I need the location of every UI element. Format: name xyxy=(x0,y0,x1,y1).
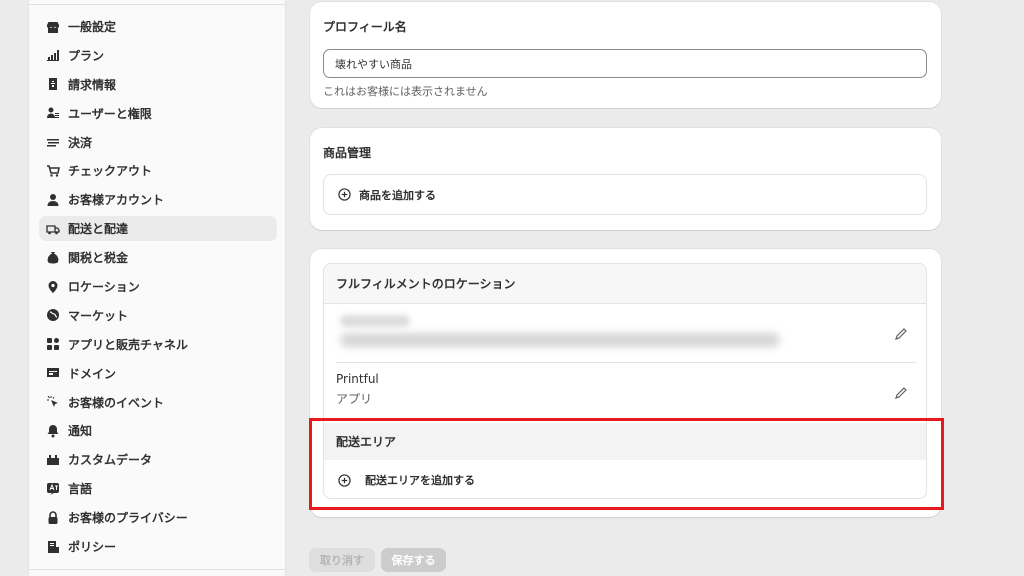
truck-icon xyxy=(45,221,61,237)
sidebar-item[interactable]: 請求情報 xyxy=(39,72,277,97)
users-icon xyxy=(45,105,61,121)
profile-title: プロフィール名 xyxy=(323,20,407,34)
sidebar-item[interactable]: お客様のイベント xyxy=(39,390,277,415)
policy-icon xyxy=(45,539,61,555)
products-title: 商品管理 xyxy=(323,146,372,160)
sidebar-item-label: 決済 xyxy=(68,135,93,150)
sidebar-item[interactable]: ドメイン xyxy=(39,361,277,386)
sidebar-item-label: マーケット xyxy=(68,308,129,323)
fulfillment-card: フルフィルメントのロケーション Printful アプリ 配送エリア 配送エリア… xyxy=(310,249,941,517)
location-row: Printful アプリ xyxy=(336,372,916,422)
sidebar-item[interactable]: ポリシー xyxy=(39,534,277,559)
sidebar-item-label: ポリシー xyxy=(68,540,117,555)
sidebar-item[interactable]: 一般設定 xyxy=(39,14,277,39)
cursor-click-icon xyxy=(45,394,61,410)
products-card: 商品管理 商品を追加する xyxy=(310,128,941,230)
sidebar-item[interactable]: 通知 xyxy=(39,418,277,443)
sidebar-item-label: ユーザーと権限 xyxy=(68,106,152,121)
sidebar-nav: 一般設定プラン請求情報ユーザーと権限 決済チェックアウト お客様アカウント 配送と配達… xyxy=(39,14,277,563)
add-shipping-area-label: 配送エリアを追加する xyxy=(365,474,475,487)
sidebar-divider xyxy=(29,569,285,570)
profile-help-text: これはお客様には表示されません xyxy=(323,85,488,98)
cancel-button[interactable]: 取り消す xyxy=(309,548,375,572)
plus-circle-icon xyxy=(338,188,351,201)
sidebar-item-label: カスタムデータ xyxy=(68,453,153,468)
location-row-redacted xyxy=(336,305,916,363)
location-pin-icon xyxy=(45,279,61,295)
sidebar-item[interactable]: チェックアウト xyxy=(39,158,277,183)
sidebar-item[interactable]: カスタムデータ xyxy=(39,447,277,472)
sidebar-item[interactable]: プラン xyxy=(39,43,277,68)
sidebar-item[interactable]: アプリと販売チャネル xyxy=(39,332,277,357)
sidebar-item-label: お客様アカウント xyxy=(68,193,165,208)
sidebar-item-label: お客様のイベント xyxy=(68,395,165,410)
sidebar-item[interactable]: お客様のプライバシー xyxy=(39,505,277,530)
payment-icon xyxy=(45,134,61,150)
sidebar-item-label: 言語 xyxy=(68,482,93,497)
globe-icon xyxy=(45,307,61,323)
plan-chart-icon xyxy=(45,47,61,63)
sidebar-item-label: 通知 xyxy=(68,424,93,439)
sidebar-item[interactable]: 関税と税金 xyxy=(39,245,277,270)
location-name: Printful xyxy=(336,372,379,386)
pencil-icon[interactable] xyxy=(894,386,908,400)
sidebar-divider xyxy=(29,4,285,5)
fulfillment-locations-box: フルフィルメントのロケーション Printful アプリ 配送エリア 配送エリア… xyxy=(323,263,927,499)
lock-icon xyxy=(45,510,61,526)
billing-icon xyxy=(45,76,61,92)
settings-sidebar: 一般設定プラン請求情報ユーザーと権限 決済チェックアウト お客様アカウント 配送と配達… xyxy=(28,0,286,576)
sidebar-item[interactable]: マーケット xyxy=(39,303,277,328)
shipping-area-title: 配送エリア xyxy=(324,423,926,460)
sidebar-item-label: チェックアウト xyxy=(68,164,153,179)
redacted-location-address xyxy=(340,333,780,347)
sidebar-item-label: ロケーション xyxy=(68,280,140,295)
sidebar-item-label: アプリと販売チャネル xyxy=(68,337,188,352)
add-shipping-area-button[interactable]: 配送エリアを追加する xyxy=(324,462,926,498)
sidebar-item-label: 配送と配達 xyxy=(68,222,129,237)
profile-card: プロフィール名 壊れやすい商品 これはお客様には表示されません xyxy=(310,2,941,108)
apps-icon xyxy=(45,336,61,352)
sidebar-item-label: お客様のプライバシー xyxy=(68,511,188,526)
redacted-location-name xyxy=(340,315,410,327)
save-button[interactable]: 保存する xyxy=(381,548,446,572)
sidebar-item[interactable]: ユーザーと権限 xyxy=(39,101,277,126)
sidebar-item[interactable]: ロケーション xyxy=(39,274,277,299)
sidebar-item-label: ドメイン xyxy=(68,366,117,381)
money-bag-icon xyxy=(45,250,61,266)
profile-name-input[interactable]: 壊れやすい商品 xyxy=(323,49,927,78)
add-product-button[interactable]: 商品を追加する xyxy=(323,174,927,215)
person-icon xyxy=(45,192,61,208)
store-icon xyxy=(45,19,61,35)
cart-icon xyxy=(45,163,61,179)
sidebar-item-label: プラン xyxy=(68,48,105,63)
domain-icon xyxy=(45,365,61,381)
sidebar-item-label: 一般設定 xyxy=(68,20,117,34)
location-type: アプリ xyxy=(336,392,373,406)
sidebar-item-label: 請求情報 xyxy=(68,77,117,92)
sidebar-item[interactable]: 配送と配達 xyxy=(39,216,277,242)
language-icon xyxy=(45,481,61,497)
bell-icon xyxy=(45,423,61,439)
add-product-label: 商品を追加する xyxy=(359,188,436,202)
pencil-icon[interactable] xyxy=(894,327,908,341)
sidebar-item[interactable]: お客様アカウント xyxy=(39,187,277,212)
fulfillment-title: フルフィルメントのロケーション xyxy=(324,264,926,304)
plus-circle-icon xyxy=(338,473,351,487)
sidebar-item[interactable]: 言語 xyxy=(39,476,277,501)
sidebar-item-label: 関税と税金 xyxy=(68,251,129,266)
main-content: プロフィール名 壊れやすい商品 これはお客様には表示されません 商品管理 商品を… xyxy=(310,0,942,576)
custom-data-icon xyxy=(45,452,61,468)
sidebar-item[interactable]: 決済 xyxy=(39,130,277,155)
